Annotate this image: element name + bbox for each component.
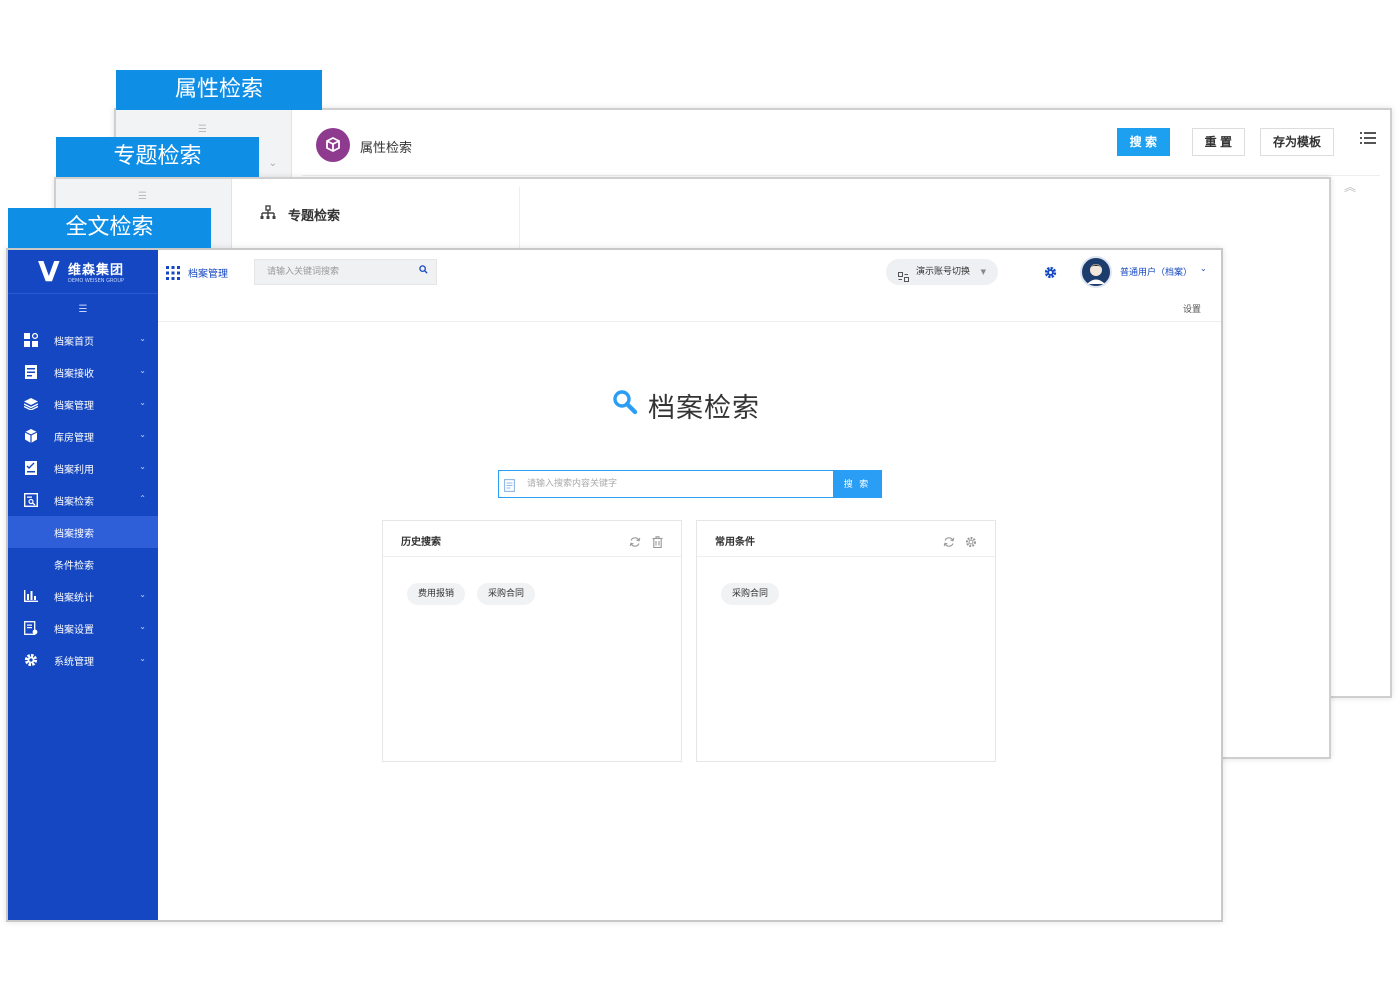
sidebar-item-archive-use[interactable]: 档案利用 ⌄ [8,452,158,484]
chevron-down-icon[interactable]: ⌄ [1200,264,1207,273]
sidebar-item-archive-settings[interactable]: 档案设置 ⌄ [8,612,158,644]
gear-icon [23,652,39,668]
main-search-input[interactable]: 请输入搜索内容关键字 搜 索 [498,470,882,498]
sidebar-item-label: 档案设置 [54,624,94,636]
sidebar-item-system-manage[interactable]: 系统管理 ⌄ [8,644,158,676]
sidebar-item-label: 库房管理 [54,432,94,444]
chevron-down-icon: ⌄ [139,622,146,631]
page-title: 档案检索 [612,386,760,425]
chevron-down-icon: ⌄ [139,334,146,343]
settings-row: 设置 [158,294,1221,322]
attr-reset-button[interactable]: 重 置 [1191,128,1245,156]
layers-icon [23,396,39,412]
sidebar-subitem-condition-search[interactable]: 条件检索 [8,548,158,580]
app-title[interactable]: 档案管理 [188,265,228,280]
attr-header: 属性检索 搜 索 重 置 存为模板 [302,120,1380,176]
search-icon [612,389,638,422]
document-icon [504,477,515,496]
attr-search-button[interactable]: 搜 索 [1116,128,1170,156]
common-card-title: 常用条件 [715,537,755,548]
list-view-icon[interactable] [1360,130,1376,149]
history-tag[interactable]: 采购合同 [477,583,536,605]
chevron-up-icon: ⌃ [139,494,146,503]
main-search-button[interactable]: 搜 索 [833,471,881,497]
sidebar-item-label: 档案统计 [54,592,94,604]
cube-icon [316,128,350,162]
logo-mark: V [38,255,60,288]
refresh-icon[interactable] [629,533,641,552]
sidebar-item-label: 档案管理 [54,400,94,412]
sidebar-item-archive-statistics[interactable]: 档案统计 ⌄ [8,580,158,612]
top-search-input[interactable]: 请输入关键词搜索 [254,259,437,285]
switch-account-icon [898,267,909,293]
bar-chart-icon [23,588,39,604]
logo-subtitle: DEMO WEISEN GROUP [68,278,125,284]
sidebar-item-warehouse-manage[interactable]: 库房管理 ⌄ [8,420,158,452]
chevron-down-icon: ⌄ [139,590,146,599]
sidebar-item-label: 档案检索 [54,496,94,508]
chevron-down-icon: ⌄ [139,462,146,471]
sidebar-item-archive-receive[interactable]: 档案接收 ⌄ [8,356,158,388]
company-logo: V 维森集团 DEMO WEISEN GROUP [8,250,158,294]
menu-collapse-icon[interactable]: ☰ [138,191,147,202]
top-bar: 档案管理 请输入关键词搜索 演示账号切换 ▼ 普通用户（档案） ⌄ [158,250,1221,294]
apps-grid-icon[interactable] [166,265,180,284]
sidebar-item-archive-manage[interactable]: 档案管理 ⌄ [8,388,158,420]
sidebar-item-archive-home[interactable]: 档案首页 ⌄ [8,324,158,356]
sidebar-subitem-archive-query[interactable]: 档案搜索 [8,516,158,548]
dashboard-icon [23,332,39,348]
box-icon [23,428,39,444]
trash-icon[interactable] [652,533,663,552]
chevron-down-icon: ⌄ [139,654,146,663]
checklist-icon [23,460,39,476]
tab-attribute-search[interactable]: 属性检索 [116,70,322,110]
logo-name: 维森集团 [68,263,125,278]
menu-collapse-icon[interactable]: ☰ [8,294,158,324]
topic-panel: 专题检索 [240,187,520,257]
topic-panel-title: 专题检索 [288,209,341,224]
main-sidebar: V 维森集团 DEMO WEISEN GROUP ☰ 档案首页 ⌄ 档案接收 ⌄… [8,250,158,920]
save-template-button[interactable]: 存为模板 [1259,128,1334,156]
account-switch-label: 演示账号切换 [916,267,971,277]
refresh-icon[interactable] [943,533,955,552]
account-switch-button[interactable]: 演示账号切换 ▼ [886,259,998,285]
main-search-placeholder: 请输入搜索内容关键字 [527,479,618,489]
sidebar-item-label: 档案利用 [54,464,94,476]
tab-topic-search[interactable]: 专题检索 [56,137,259,177]
gear-icon[interactable] [965,533,977,552]
chevron-down-icon[interactable]: ⌄ [269,158,277,169]
search-placeholder: 请输入关键词搜索 [267,267,340,277]
sidebar-item-label: 档案接收 [54,368,94,380]
sidebar-item-archive-search[interactable]: 档案检索 ⌃ [8,484,158,516]
avatar[interactable] [1080,256,1112,288]
common-tag[interactable]: 采购合同 [721,583,780,605]
caret-down-icon: ▼ [980,268,986,276]
attr-header-title: 属性检索 [360,141,413,156]
history-card-title: 历史搜索 [401,537,441,548]
receive-icon [23,364,39,380]
hierarchy-icon [260,205,276,225]
tab-fulltext-search[interactable]: 全文检索 [8,208,211,248]
chevron-down-icon: ⌄ [139,398,146,407]
sidebar-item-label: 档案首页 [54,336,94,348]
menu-collapse-icon[interactable]: ☰ [198,124,207,135]
user-name[interactable]: 普通用户（档案） [1120,265,1192,278]
fulltext-search-window: V 维森集团 DEMO WEISEN GROUP ☰ 档案首页 ⌄ 档案接收 ⌄… [6,248,1223,922]
chevron-down-icon: ⌄ [139,366,146,375]
settings-link[interactable]: 设置 [1183,302,1201,315]
history-search-card: 历史搜索 费用报销 采购合同 [382,520,682,762]
page-title-text: 档案检索 [648,393,760,424]
common-conditions-card: 常用条件 采购合同 [696,520,996,762]
chevron-down-icon: ⌄ [139,430,146,439]
sidebar-item-label: 系统管理 [54,656,94,668]
search-icon[interactable] [419,260,428,284]
settings-gear-icon[interactable] [1044,264,1057,283]
search-doc-icon [23,492,39,508]
history-tag[interactable]: 费用报销 [407,583,466,605]
collapse-up-icon[interactable]: ︽ [1344,178,1356,195]
doc-settings-icon [23,620,39,636]
